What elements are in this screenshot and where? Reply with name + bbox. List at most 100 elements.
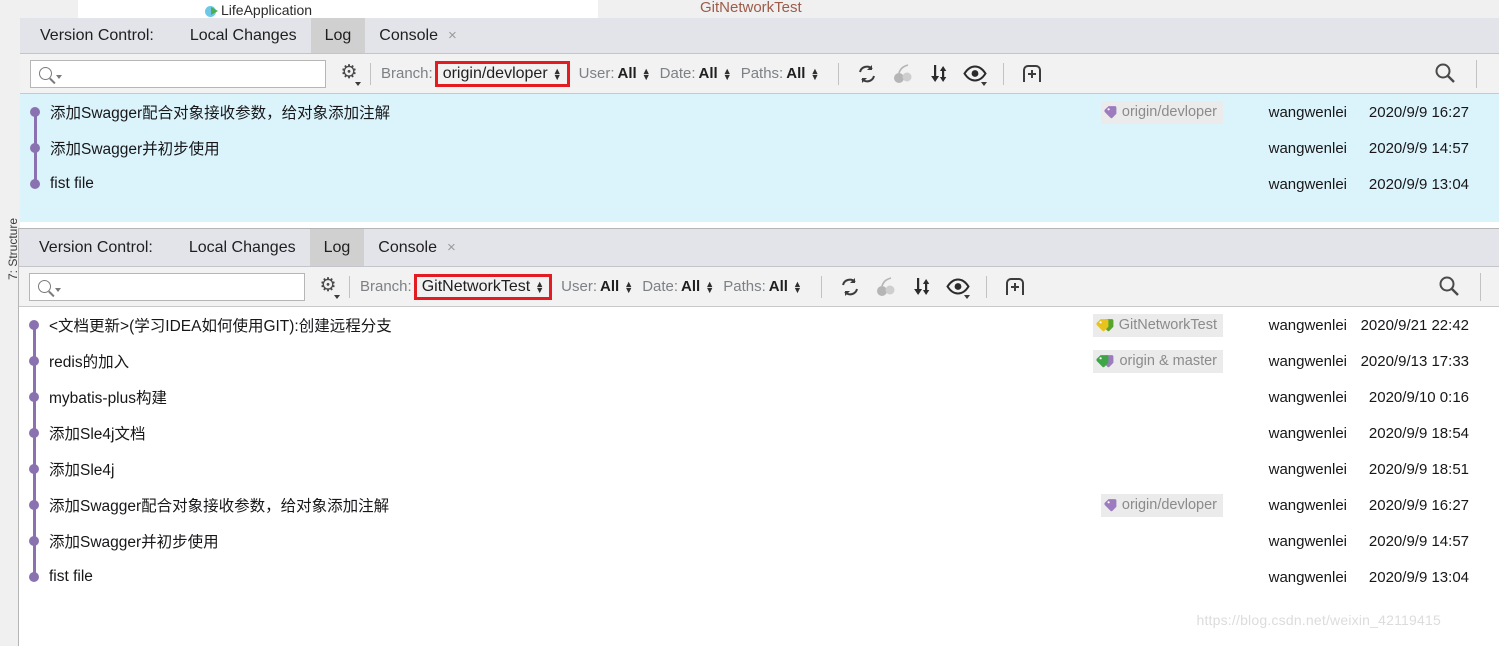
filter-paths-label-top: Paths:: [740, 65, 784, 82]
run-configuration-tab[interactable]: LifeApplication: [205, 2, 312, 18]
commit-meta: origin/devloper wangwenlei 2020/9/9 16:2…: [1100, 94, 1499, 130]
show-details-eye-icon[interactable]: [962, 61, 988, 87]
log-toolbar-bottom: ⚙ Branch: GitNetworkTest ▲ ▼ User: All ▲ ▼…: [19, 267, 1499, 307]
version-control-panel-top: Version Control: Local Changes Log Conso…: [20, 18, 1499, 223]
table-row[interactable]: redis的加入 origin & master wangwenlei 2020…: [19, 343, 1499, 379]
commit-list-top[interactable]: 添加Swagger配合对象接收参数，给对象添加注解 origin/devlope…: [20, 94, 1499, 222]
commit-graph-node: [25, 451, 47, 487]
tab-console-label-top: Console: [379, 26, 438, 44]
commit-author: wangwenlei: [1268, 139, 1347, 157]
branch-tag-icon: [1104, 499, 1117, 512]
sort-icon[interactable]: [926, 61, 952, 87]
filter-user-top[interactable]: User: All ▲ ▼: [579, 65, 651, 82]
filter-user-bottom[interactable]: User: All ▲ ▼: [561, 278, 633, 295]
refresh-icon[interactable]: [837, 274, 863, 300]
project-name-label: GitNetworkTest: [700, 0, 802, 16]
close-icon[interactable]: ×: [448, 27, 457, 44]
new-branch-icon[interactable]: [1002, 274, 1028, 300]
filter-branch-top[interactable]: Branch: origin/devloper ▲ ▼: [381, 60, 570, 87]
commit-meta: wangwenlei 2020/9/9 18:54: [1229, 415, 1499, 451]
filter-paths-bottom[interactable]: Paths: All ▲ ▼: [723, 278, 802, 295]
new-branch-icon[interactable]: [1019, 61, 1045, 87]
tab-local-changes-top[interactable]: Local Changes: [176, 18, 311, 53]
tab-log-top[interactable]: Log: [310, 18, 366, 53]
chevron-down-icon: [55, 287, 61, 292]
tab-local-changes-bottom[interactable]: Local Changes: [175, 229, 310, 266]
table-row[interactable]: mybatis-plus构建 wangwenlei 2020/9/10 0:16: [19, 379, 1499, 415]
table-row[interactable]: 添加Swagger并初步使用 wangwenlei 2020/9/9 14:57: [20, 130, 1499, 166]
branch-selector-highlight-bottom[interactable]: GitNetworkTest ▲ ▼: [413, 273, 553, 300]
cherry-pick-icon[interactable]: [873, 274, 899, 300]
status-badge[interactable]: origin/devloper: [1100, 493, 1223, 517]
filter-date-value-bottom: All: [681, 278, 701, 295]
watermark: https://blog.csdn.net/weixin_42119415: [1196, 612, 1441, 628]
commit-date: 2020/9/13 17:33: [1360, 352, 1469, 370]
filter-date-value-top: All: [698, 65, 718, 82]
commit-author: wangwenlei: [1268, 460, 1347, 478]
table-row[interactable]: 添加Swagger配合对象接收参数，给对象添加注解 origin/devlope…: [20, 94, 1499, 130]
branch-tag-label: origin/devloper: [1121, 104, 1217, 120]
filter-date-bottom[interactable]: Date: All ▲ ▼: [642, 278, 714, 295]
status-badge[interactable]: origin & master: [1093, 349, 1223, 373]
commit-date: 2020/9/9 16:27: [1368, 103, 1469, 121]
tab-console-bottom[interactable]: Console ×: [364, 229, 469, 266]
chevron-updown-icon: ▲ ▼: [722, 65, 732, 82]
filter-paths-value-bottom: All: [768, 278, 788, 295]
branch-tag-icon: [1096, 319, 1114, 332]
tab-log-bottom[interactable]: Log: [309, 229, 365, 266]
toolbar-divider: [1480, 273, 1481, 301]
toolbar-divider: [370, 62, 371, 85]
cherry-pick-icon[interactable]: [890, 61, 916, 87]
search-input-bottom[interactable]: [29, 272, 305, 301]
show-details-eye-icon[interactable]: [945, 274, 971, 300]
left-tool-rail: 7: Structure: [0, 0, 20, 646]
table-row[interactable]: 添加Sle4j文档 wangwenlei 2020/9/9 18:54: [19, 415, 1499, 451]
filter-date-top[interactable]: Date: All ▲ ▼: [660, 65, 732, 82]
commit-subject: mybatis-plus构建: [49, 390, 167, 407]
table-row[interactable]: 添加Swagger配合对象接收参数，给对象添加注解 origin/devlope…: [19, 487, 1499, 523]
status-badge[interactable]: GitNetworkTest: [1092, 313, 1223, 337]
table-row[interactable]: fist file wangwenlei 2020/9/9 13:04: [20, 166, 1499, 202]
table-row[interactable]: <文档更新>(学习IDEA如何使用GIT):创建远程分支 GitNetworkT…: [19, 307, 1499, 343]
commit-author: wangwenlei: [1268, 316, 1347, 334]
run-configuration-label: LifeApplication: [221, 2, 313, 18]
log-search-icon-top[interactable]: [1434, 62, 1460, 88]
chevron-updown-icon: ▲ ▼: [705, 278, 715, 295]
gear-icon[interactable]: ⚙: [338, 62, 361, 86]
tabbar-top: Version Control: Local Changes Log Conso…: [20, 18, 1499, 54]
branch-tag-label: origin/devloper: [1121, 497, 1217, 513]
filter-paths-top[interactable]: Paths: All ▲ ▼: [741, 65, 820, 82]
refresh-icon[interactable]: [854, 61, 880, 87]
close-icon[interactable]: ×: [447, 239, 456, 256]
search-input-top[interactable]: [30, 59, 326, 88]
commit-date: 2020/9/9 13:04: [1368, 175, 1469, 193]
commit-meta: wangwenlei 2020/9/9 14:57: [1229, 523, 1499, 559]
ide-editor-strip: [78, 0, 598, 18]
commit-date: 2020/9/21 22:42: [1360, 316, 1469, 334]
commit-graph-node: [25, 343, 47, 379]
commit-date: 2020/9/9 14:57: [1368, 532, 1469, 550]
table-row[interactable]: 添加Swagger并初步使用 wangwenlei 2020/9/9 14:57: [19, 523, 1499, 559]
table-row[interactable]: fist file wangwenlei 2020/9/9 13:04: [19, 559, 1499, 595]
commit-graph-node: [26, 94, 48, 130]
commit-list-bottom[interactable]: <文档更新>(学习IDEA如何使用GIT):创建远程分支 GitNetworkT…: [19, 307, 1499, 645]
commit-meta: wangwenlei 2020/9/9 18:51: [1229, 451, 1499, 487]
filter-date-label-bottom: Date:: [642, 278, 679, 295]
commit-graph-node: [25, 415, 47, 451]
filter-branch-bottom[interactable]: Branch: GitNetworkTest ▲ ▼: [360, 273, 553, 300]
commit-author: wangwenlei: [1268, 352, 1347, 370]
chevron-updown-icon: ▲ ▼: [552, 65, 562, 82]
gear-icon[interactable]: ⚙: [317, 275, 340, 299]
status-badge[interactable]: origin/devloper: [1100, 100, 1223, 124]
tab-console-top[interactable]: Console ×: [365, 18, 470, 53]
log-search-icon-bottom[interactable]: [1438, 275, 1464, 301]
commit-meta: wangwenlei 2020/9/10 0:16: [1229, 379, 1499, 415]
chevron-down-icon: [56, 74, 62, 79]
table-row[interactable]: 添加Sle4j wangwenlei 2020/9/9 18:51: [19, 451, 1499, 487]
sort-icon[interactable]: [909, 274, 935, 300]
filter-branch-value-top: origin/devloper: [442, 64, 548, 82]
commit-subject: 添加Sle4j文档: [49, 426, 146, 443]
filter-user-value-bottom: All: [600, 278, 620, 295]
commit-subject: 添加Swagger配合对象接收参数，给对象添加注解: [49, 498, 390, 515]
branch-selector-highlight-top[interactable]: origin/devloper ▲ ▼: [434, 60, 570, 87]
